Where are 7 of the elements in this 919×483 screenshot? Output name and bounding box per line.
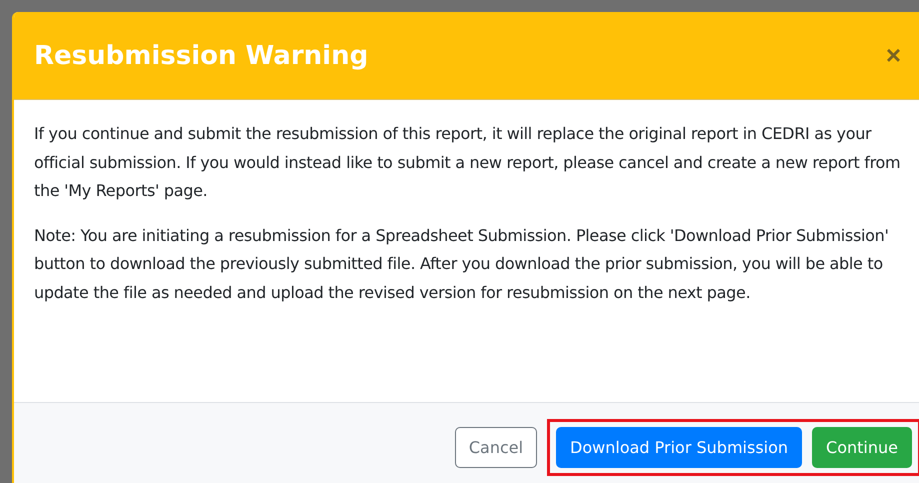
download-button[interactable]: Download Prior Submission [556, 427, 802, 468]
message-paragraph: Note: You are initiating a resubmission for a Spreadsheet Submission. Please click 'Download Prior Submission' button to download the previously submitted file. After you download the prior submission, you will be able to update the file as needed and upload the revised version for resubmission on the next page. [34, 224, 890, 304]
cancel-button[interactable]: Cancel [454, 427, 538, 468]
continue-button[interactable]: Continue [812, 427, 912, 468]
message-paragraph: If you continue and submit the resubmission of this report, it will replace the original report in CEDRI as your official submission. If you would instead like to submit a new report, please cancel and create a new report from the 'My Reports' page. [34, 123, 902, 202]
dialog-title: Resubmission Warning [34, 40, 368, 70]
close-button[interactable]: × [882, 40, 905, 71]
